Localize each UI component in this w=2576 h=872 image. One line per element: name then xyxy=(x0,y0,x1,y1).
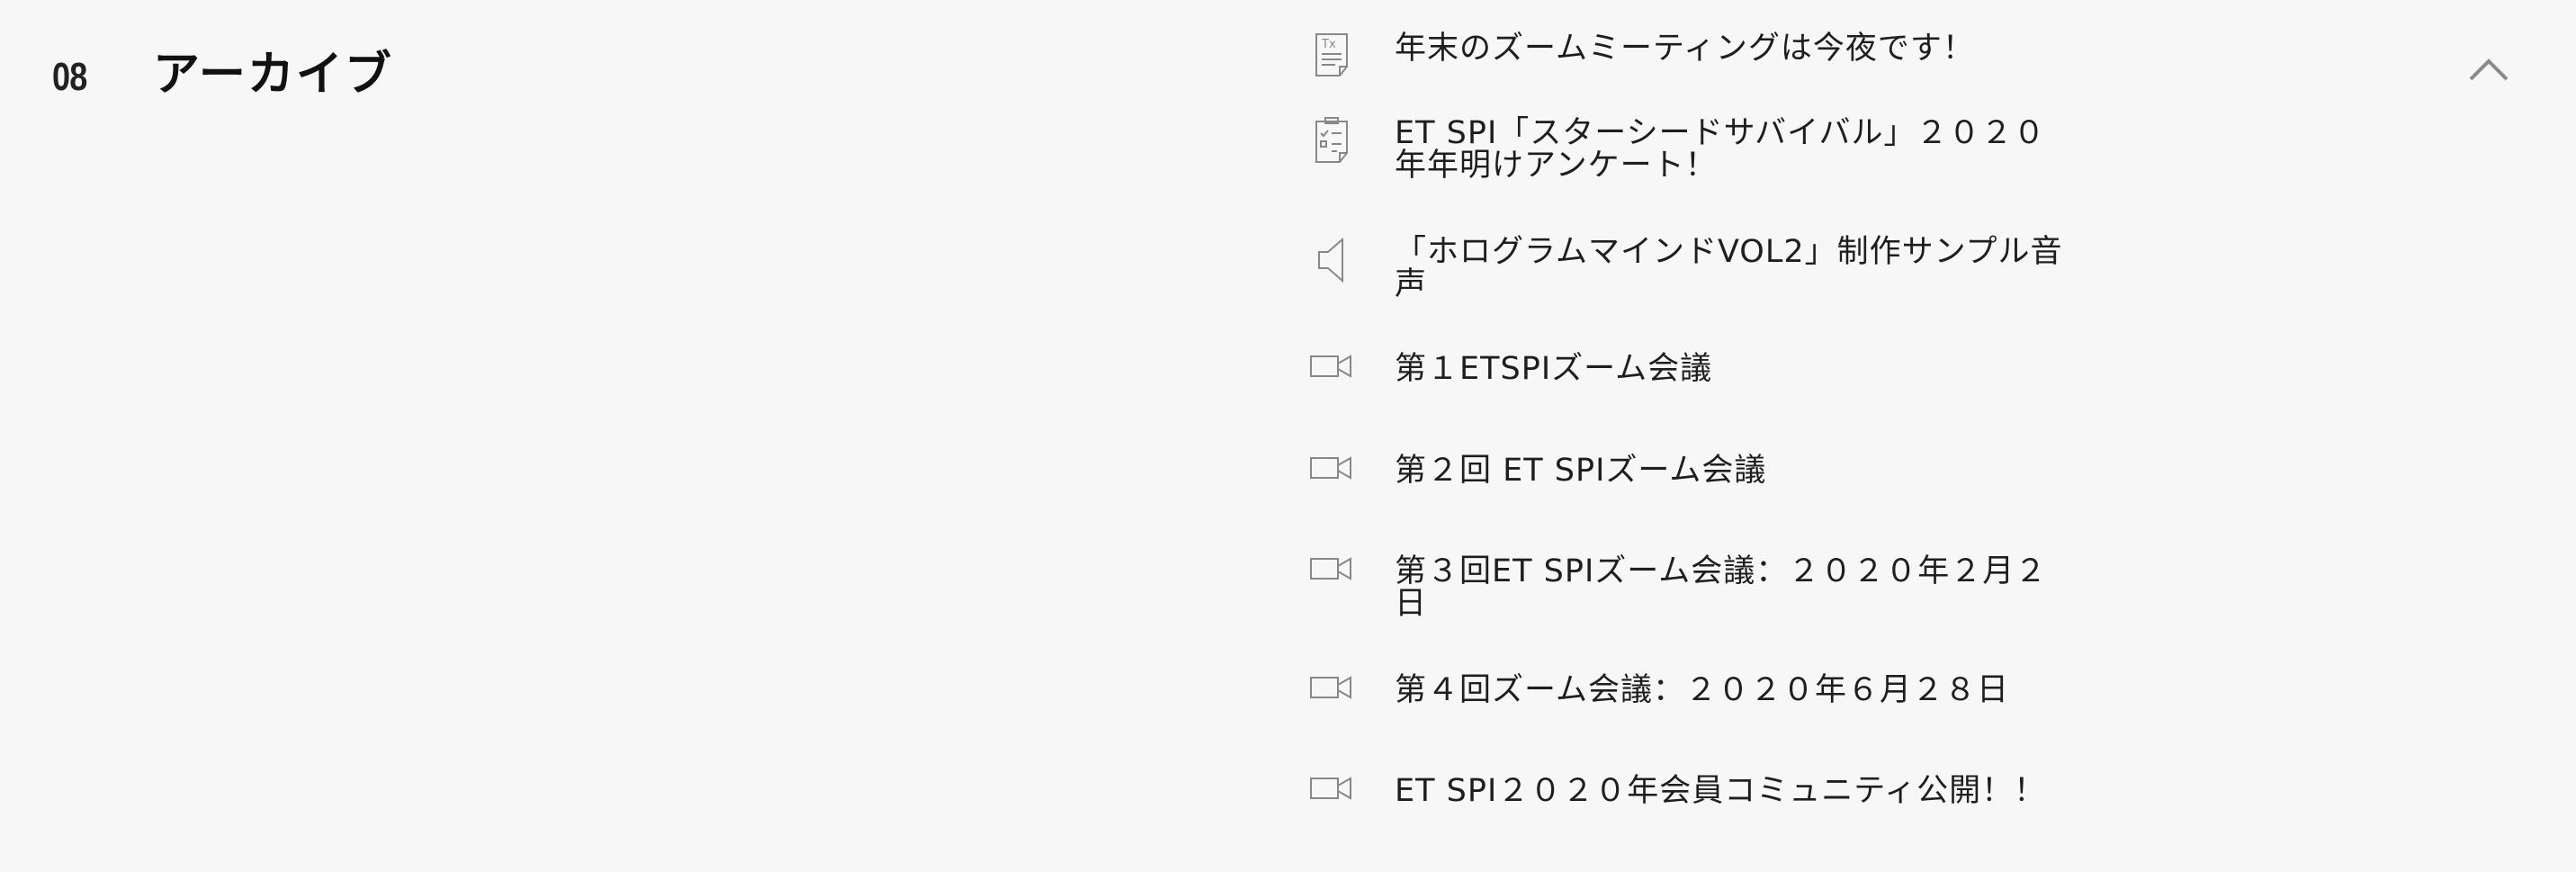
archive-item-zoom-4[interactable]: 第４回ズーム会議：２０２０年６月２８日 xyxy=(1309,674,2101,723)
archive-item-year-end-zoom[interactable]: Tx 年末のズームミーティングは今夜です！ xyxy=(1309,32,2101,81)
survey-clipboard-icon xyxy=(1309,117,1354,166)
speaker-audio-icon xyxy=(1309,236,1354,284)
video-camera-icon xyxy=(1309,454,1354,503)
section-title: アーカイブ xyxy=(153,48,393,102)
archive-item-label: 第４回ズーム会議：２０２０年６月２８日 xyxy=(1395,672,2009,708)
archive-item-survey[interactable]: ET SPI「スターシードサバイバル」２０２０ 年年明けアンケート！ xyxy=(1309,117,2101,182)
section-header: 08 アーカイブ xyxy=(52,36,393,103)
archive-list: Tx 年末のズームミーティングは今夜です！ ET SPI「スターシードサバイバル… xyxy=(1309,32,2101,823)
archive-item-label: ET SPI「スターシードサバイバル」２０２０ 年年明けアンケート！ xyxy=(1395,115,2046,184)
text-document-icon: Tx xyxy=(1309,32,1354,81)
archive-item-zoom-3[interactable]: 第３回ET SPIズーム会議：２０２０年２月２ 日 xyxy=(1309,555,2101,620)
chevron-up-icon xyxy=(2467,58,2510,86)
archive-item-label: 年末のズームミーティングは今夜です！ xyxy=(1395,31,1975,67)
archive-item-label: 第１ETSPIズーム会議 xyxy=(1395,351,1713,387)
video-camera-icon xyxy=(1309,775,1354,823)
archive-item-community[interactable]: ET SPI２０２０年会員コミュニティ公開！！ xyxy=(1309,775,2101,823)
video-camera-icon xyxy=(1309,353,1354,401)
section-number: 08 xyxy=(52,55,87,99)
archive-item-label: 第３回ET SPIズーム会議：２０２０年２月２ 日 xyxy=(1395,553,2048,622)
collapse-toggle[interactable] xyxy=(2467,56,2510,83)
archive-item-label: ET SPI２０２０年会員コミュニティ公開！！ xyxy=(1395,773,2047,809)
svg-text:Tx: Tx xyxy=(1321,38,1336,51)
archive-item-zoom-2[interactable]: 第２回 ET SPIズーム会議 xyxy=(1309,454,2101,503)
archive-item-sample-audio[interactable]: 「ホログラムマインドVOL2」制作サンプル音 声 xyxy=(1309,236,2101,301)
video-camera-icon xyxy=(1309,674,1354,723)
archive-item-label: 「ホログラムマインドVOL2」制作サンプル音 声 xyxy=(1395,234,2063,302)
archive-item-label: 第２回 ET SPIズーム会議 xyxy=(1395,453,1767,489)
archive-item-zoom-1[interactable]: 第１ETSPIズーム会議 xyxy=(1309,353,2101,401)
video-camera-icon xyxy=(1309,555,1354,604)
